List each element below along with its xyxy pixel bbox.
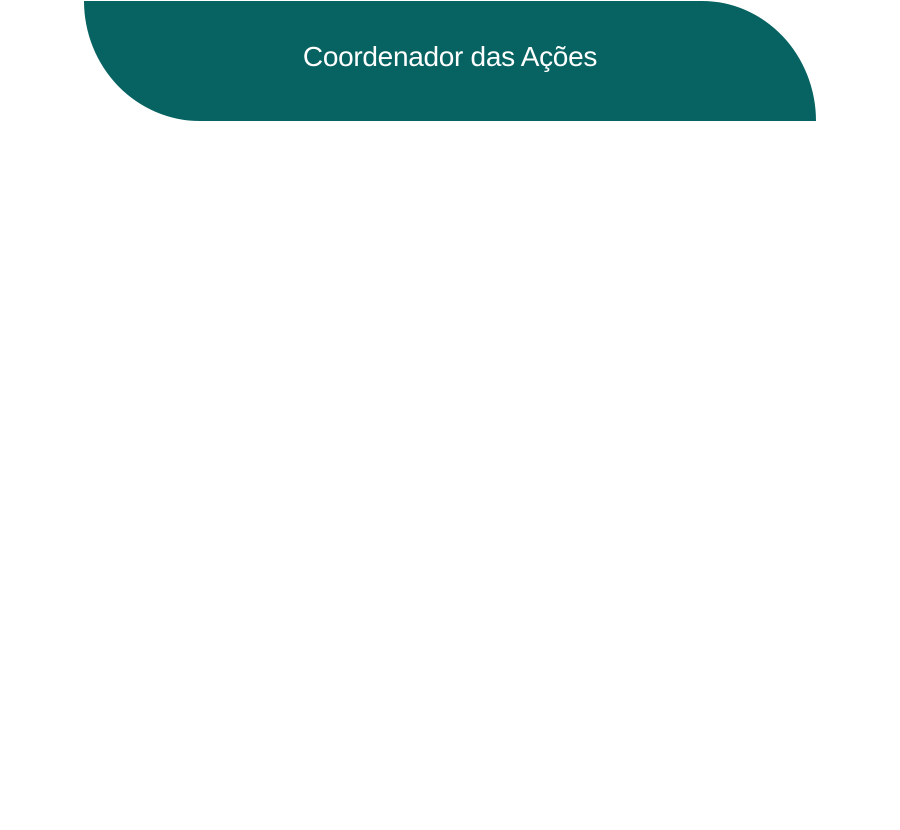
page-title: Coordenador das Ações (302, 41, 598, 72)
content-area (0, 122, 900, 830)
header-banner: Coordenador das Ações (84, 1, 816, 121)
page: Coordenador das Ações (0, 0, 900, 830)
